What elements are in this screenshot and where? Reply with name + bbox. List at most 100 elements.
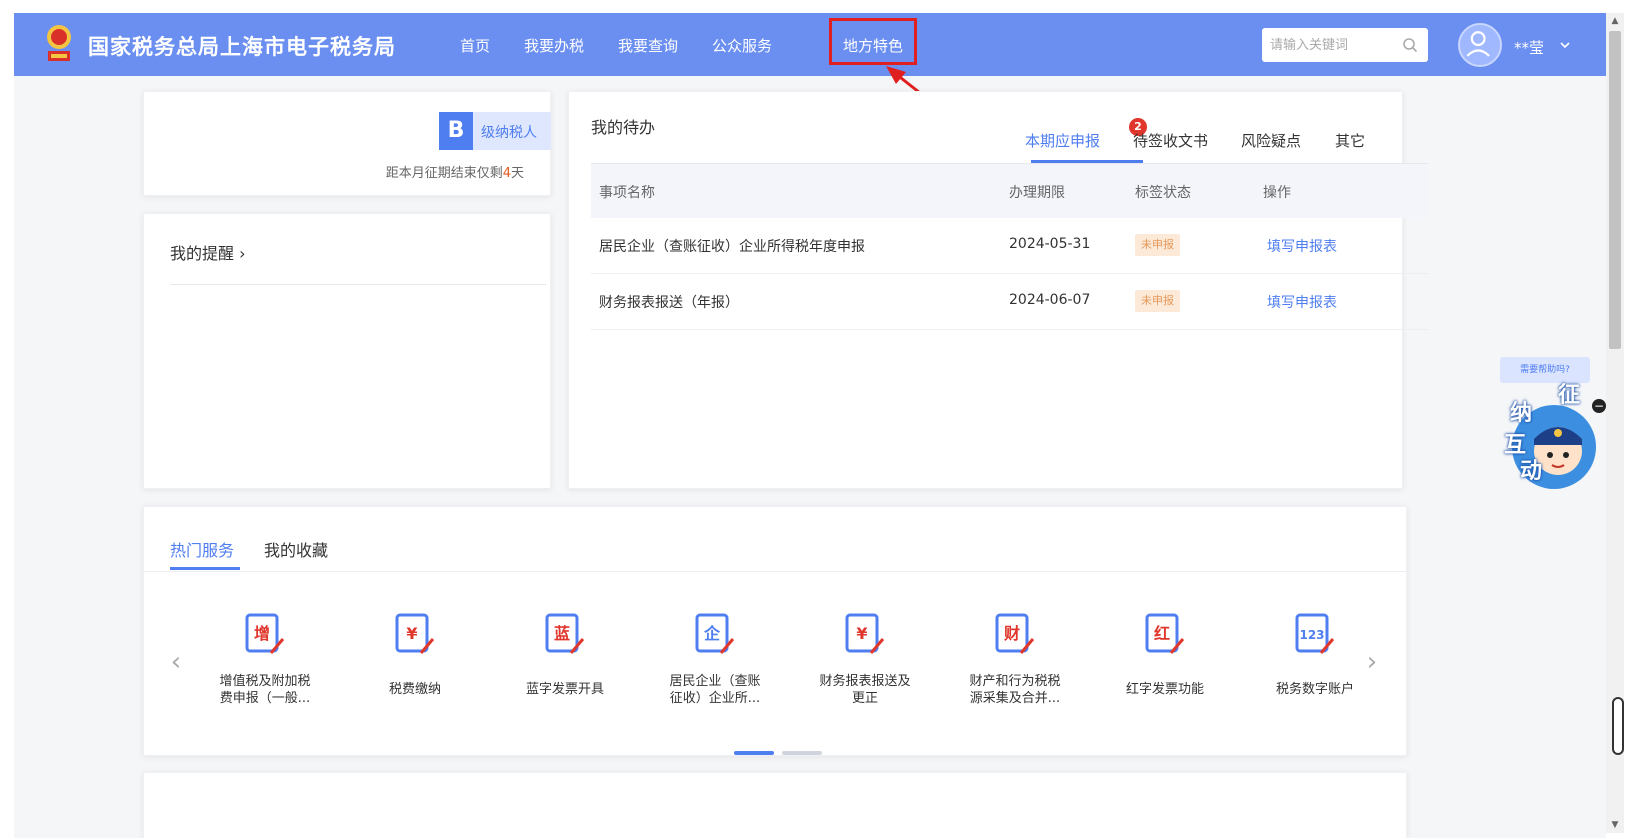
tab-my-favorites[interactable]: 我的收藏 bbox=[264, 537, 328, 561]
carousel-dot[interactable] bbox=[782, 751, 822, 755]
svg-text:企: 企 bbox=[703, 624, 721, 643]
service-item[interactable]: ¥ 税费缴纳 bbox=[350, 607, 480, 698]
tab-active-underline bbox=[170, 567, 240, 570]
status-badge: 未申报 bbox=[1135, 234, 1180, 256]
service-label-line: 源采集及合并... bbox=[969, 691, 1061, 706]
chevron-down-icon[interactable] bbox=[1559, 39, 1571, 51]
reminder-card: 我的提醒 › bbox=[143, 213, 551, 489]
divider bbox=[144, 571, 1408, 572]
column-header-deadline: 办理期限 bbox=[1009, 185, 1065, 201]
service-label-line: 蓝字发票开具 bbox=[525, 682, 604, 697]
nav-highlight-box bbox=[829, 18, 917, 65]
scroll-up-icon[interactable]: ▲ bbox=[1606, 13, 1624, 29]
service-label-line: 征收）企业所... bbox=[669, 691, 761, 706]
status-badge: 未申报 bbox=[1135, 290, 1180, 312]
service-label-line: 增值税及附加税 bbox=[219, 674, 311, 689]
svg-text:123: 123 bbox=[1299, 628, 1324, 642]
service-label-line: 居民企业（查账 bbox=[669, 674, 761, 689]
service-label-line: 红字发票功能 bbox=[1125, 682, 1204, 697]
deadline-days: 4 bbox=[502, 166, 511, 181]
level-letter: B bbox=[439, 112, 473, 150]
svg-text:蓝: 蓝 bbox=[554, 624, 570, 643]
todo-card: 我的待办 本期应申报 2 待签收文书 风险疑点 其它 事项名称 办理期限 标签状… bbox=[568, 91, 1428, 489]
svg-text:¥: ¥ bbox=[856, 624, 867, 643]
tab-others[interactable]: 其它 bbox=[1335, 130, 1365, 151]
nav-public-service[interactable]: 公众服务 bbox=[712, 35, 772, 56]
service-label-line: 财产和行为税税 bbox=[969, 674, 1061, 689]
tax-payment-icon: ¥ bbox=[395, 613, 435, 654]
service-label-line: 税务数字账户 bbox=[1275, 682, 1354, 697]
close-icon[interactable]: − bbox=[1592, 399, 1606, 413]
level-label: 级纳税人 bbox=[481, 125, 537, 141]
username[interactable]: **莹 bbox=[1514, 37, 1544, 58]
side-drag-handle[interactable] bbox=[1612, 697, 1624, 755]
tab-current-declaration[interactable]: 本期应申报 bbox=[1025, 130, 1100, 151]
todo-table-header: 事项名称 办理期限 标签状态 操作 bbox=[591, 164, 1428, 218]
tab-documents-to-sign[interactable]: 待签收文书 bbox=[1133, 130, 1208, 151]
next-section-card bbox=[143, 772, 1407, 838]
assistant-char: 征 bbox=[1558, 383, 1581, 408]
deadline-notice: 距本月征期结束仅剩4天 bbox=[386, 162, 524, 181]
row-deadline: 2024-05-31 bbox=[1009, 236, 1091, 252]
service-label: 居民企业（查账 征收）企业所... bbox=[650, 673, 780, 707]
service-label: 税务数字账户 bbox=[1250, 681, 1380, 698]
assistant-char: 动 bbox=[1520, 459, 1543, 484]
services-card: 热门服务 我的收藏 ‹ › 增增值税及附加税 费申报（一般... ¥ 税费缴纳蓝蓝字发… bbox=[143, 506, 1408, 756]
taxpayer-level-card: B 级纳税人 距本月征期结束仅剩4天 bbox=[143, 91, 551, 196]
top-navigation-bar: 国家税务总局上海市电子税务局 首页 我要办税 我要查询 公众服务 地方特色 **… bbox=[14, 13, 1606, 76]
fill-declaration-link[interactable]: 填写申报表 bbox=[1267, 292, 1337, 312]
service-label: 增值税及附加税 费申报（一般... bbox=[200, 673, 330, 707]
tab-hot-services[interactable]: 热门服务 bbox=[170, 537, 234, 561]
assistant-widget[interactable]: 需要帮助吗? 征 纳 互 动 − bbox=[1464, 357, 1606, 507]
assistant-char: 纳 bbox=[1510, 401, 1533, 426]
nav-handle-tax[interactable]: 我要办税 bbox=[524, 35, 584, 56]
tax-emblem-icon[interactable] bbox=[42, 23, 76, 65]
svg-text:¥: ¥ bbox=[406, 624, 417, 643]
service-label-line: 财务报表报送及 bbox=[819, 674, 911, 689]
service-label-line: 税费缴纳 bbox=[388, 682, 441, 697]
scroll-down-icon[interactable]: ▼ bbox=[1606, 817, 1624, 833]
service-label: 红字发票功能 bbox=[1100, 681, 1230, 698]
digital-account-icon: 123 bbox=[1295, 613, 1335, 654]
service-item[interactable]: 企居民企业（查账 征收）企业所... bbox=[650, 607, 780, 707]
taxpayer-level-badge: B 级纳税人 bbox=[439, 112, 551, 150]
service-item[interactable]: 123 税务数字账户 bbox=[1250, 607, 1380, 698]
row-item-name: 居民企业（查账征收）企业所得税年度申报 bbox=[599, 239, 865, 255]
fill-declaration-link[interactable]: 填写申报表 bbox=[1267, 236, 1337, 256]
service-item[interactable]: 红红字发票功能 bbox=[1100, 607, 1230, 698]
row-item-name: 财务报表报送（年报） bbox=[599, 295, 739, 311]
red-invoice-icon: 红 bbox=[1145, 613, 1185, 654]
todo-title: 我的待办 bbox=[591, 118, 656, 137]
tab-risk-points[interactable]: 风险疑点 bbox=[1241, 130, 1301, 151]
scroll-thumb[interactable] bbox=[1609, 31, 1621, 349]
deadline-suffix: 天 bbox=[510, 166, 524, 181]
service-label: 财产和行为税税 源采集及合并... bbox=[950, 673, 1080, 707]
column-header-action: 操作 bbox=[1263, 185, 1291, 201]
table-row: 居民企业（查账征收）企业所得税年度申报 2024-05-31 未申报 填写申报表 bbox=[591, 218, 1428, 274]
carousel-dot-active[interactable] bbox=[734, 751, 774, 755]
search-box bbox=[1262, 28, 1428, 62]
vat-declaration-icon: 增 bbox=[245, 613, 285, 654]
service-label: 税费缴纳 bbox=[350, 681, 480, 698]
site-title[interactable]: 国家税务总局上海市电子税务局 bbox=[88, 31, 396, 61]
search-icon[interactable] bbox=[1402, 37, 1418, 53]
financial-report-icon: ¥ bbox=[845, 613, 885, 654]
reminder-title-link[interactable]: 我的提醒 › bbox=[170, 240, 246, 264]
svg-text:财: 财 bbox=[1003, 624, 1020, 643]
svg-text:增: 增 bbox=[254, 624, 270, 643]
carousel-prev-button[interactable]: ‹ bbox=[166, 647, 186, 677]
service-item[interactable]: 财财产和行为税税 源采集及合并... bbox=[950, 607, 1080, 707]
search-input[interactable] bbox=[1270, 33, 1390, 57]
service-item[interactable]: 增增值税及附加税 费申报（一般... bbox=[200, 607, 330, 707]
enterprise-income-icon: 企 bbox=[695, 613, 735, 654]
column-header-status: 标签状态 bbox=[1135, 185, 1191, 201]
user-icon bbox=[1466, 31, 1490, 57]
column-header-item: 事项名称 bbox=[599, 185, 655, 201]
nav-query[interactable]: 我要查询 bbox=[618, 35, 678, 56]
nav-home[interactable]: 首页 bbox=[460, 35, 490, 56]
service-item[interactable]: 蓝蓝字发票开具 bbox=[500, 607, 630, 698]
divider bbox=[170, 284, 546, 285]
avatar[interactable] bbox=[1458, 23, 1502, 67]
service-item[interactable]: ¥ 财务报表报送及 更正 bbox=[800, 607, 930, 707]
property-tax-icon: 财 bbox=[995, 613, 1035, 654]
